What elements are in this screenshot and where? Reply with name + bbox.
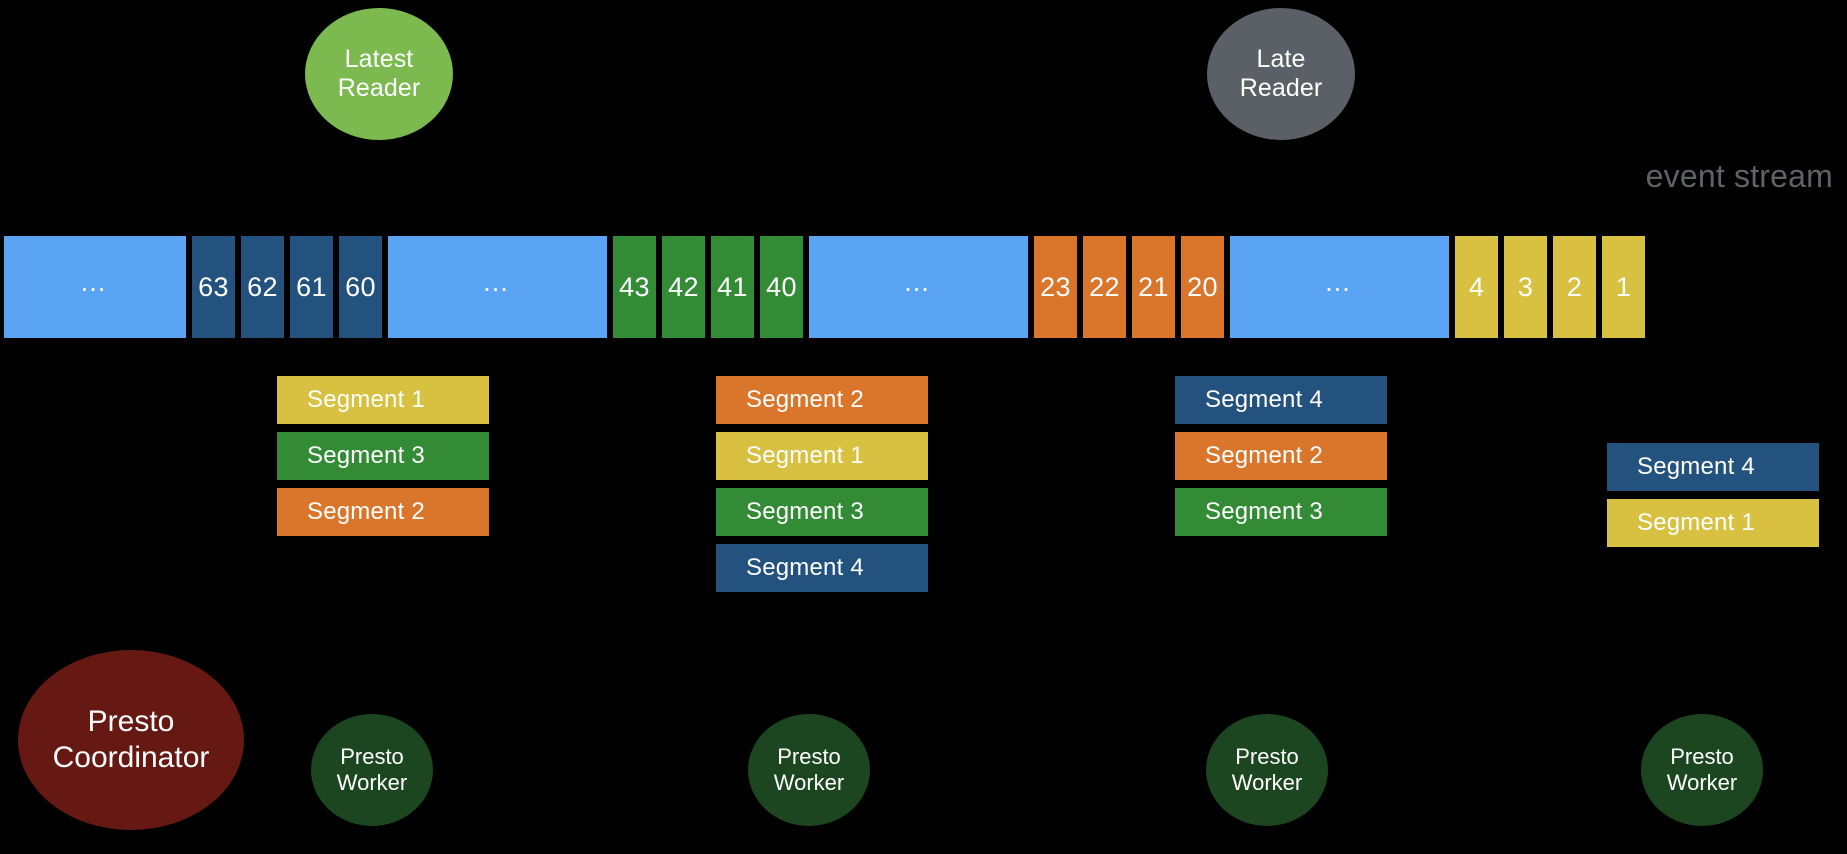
event-cell-label: … bbox=[903, 266, 934, 297]
event-cell-label: 43 bbox=[619, 271, 650, 302]
segment-box[interactable]: Segment 4 bbox=[716, 544, 928, 592]
worker-2-label-line1: Presto bbox=[777, 743, 841, 769]
worker-3-label-line2: Worker bbox=[1231, 770, 1303, 795]
presto-worker-node-3[interactable]: Presto Worker bbox=[1206, 714, 1328, 826]
segment-column-4: Segment 4 Segment 1 bbox=[1607, 443, 1819, 547]
event-stream-event-cell: 40 bbox=[760, 236, 803, 338]
event-cell-label: 4 bbox=[1468, 271, 1485, 302]
latest-reader-node[interactable]: Latest Reader bbox=[305, 8, 453, 140]
latest-reader-label-line1: Latest bbox=[344, 44, 414, 73]
event-stream-event-cell: 43 bbox=[613, 236, 656, 338]
segment-box[interactable]: Segment 1 bbox=[1607, 499, 1819, 547]
event-stream-gap-cell: … bbox=[1230, 236, 1449, 338]
event-stream-event-cell: 1 bbox=[1602, 236, 1645, 338]
event-cell-label: 40 bbox=[766, 271, 797, 302]
worker-1-label-line2: Worker bbox=[336, 770, 408, 795]
event-stream-event-cell: 21 bbox=[1132, 236, 1175, 338]
event-cell-label: … bbox=[79, 266, 111, 297]
event-stream-event-cell: 2 bbox=[1553, 236, 1596, 338]
event-cell-label: 20 bbox=[1187, 271, 1218, 302]
presto-worker-node-4[interactable]: Presto Worker bbox=[1641, 714, 1763, 826]
event-stream-event-cell: 62 bbox=[241, 236, 284, 338]
event-stream-gap-cell: … bbox=[809, 236, 1028, 338]
event-cell-label: … bbox=[1324, 266, 1355, 297]
segment-column-3: Segment 4 Segment 2 Segment 3 bbox=[1175, 376, 1387, 536]
presto-worker-node-2[interactable]: Presto Worker bbox=[748, 714, 870, 826]
worker-3-label-line1: Presto bbox=[1235, 743, 1299, 769]
presto-worker-node-1[interactable]: Presto Worker bbox=[311, 714, 433, 826]
segment-box[interactable]: Segment 3 bbox=[1175, 488, 1387, 536]
event-stream-event-cell: 22 bbox=[1083, 236, 1126, 338]
event-stream-event-cell: 63 bbox=[192, 236, 235, 338]
segment-box[interactable]: Segment 2 bbox=[1175, 432, 1387, 480]
presto-coordinator-node[interactable]: Presto Coordinator bbox=[18, 650, 244, 830]
segment-column-2: Segment 2 Segment 1 Segment 3 Segment 4 bbox=[716, 376, 928, 592]
event-cell-label: 41 bbox=[717, 271, 748, 302]
event-cell-label: 63 bbox=[198, 271, 229, 302]
event-cell-label: 21 bbox=[1138, 271, 1169, 302]
segment-box[interactable]: Segment 4 bbox=[1175, 376, 1387, 424]
event-stream-event-cell: 42 bbox=[662, 236, 705, 338]
event-stream-event-cell: 60 bbox=[339, 236, 382, 338]
worker-2-label-line2: Worker bbox=[773, 770, 845, 795]
event-stream-event-cell: 61 bbox=[290, 236, 333, 338]
event-cell-label: 62 bbox=[247, 271, 278, 302]
late-reader-node[interactable]: Late Reader bbox=[1207, 8, 1355, 140]
latest-reader-label-line2: Reader bbox=[337, 74, 421, 102]
event-stream-gap-cell: … bbox=[4, 236, 186, 338]
event-cell-label: 42 bbox=[668, 271, 699, 302]
event-cell-label: 23 bbox=[1040, 271, 1071, 302]
worker-4-label-line2: Worker bbox=[1666, 770, 1738, 795]
worker-1-label-line1: Presto bbox=[340, 743, 404, 769]
late-reader-label-line1: Late bbox=[1256, 44, 1306, 73]
event-cell-label: 3 bbox=[1517, 271, 1534, 302]
event-stream-event-cell: 23 bbox=[1034, 236, 1077, 338]
event-stream-event-cell: 41 bbox=[711, 236, 754, 338]
late-reader-label-line2: Reader bbox=[1239, 74, 1323, 102]
event-cell-label: … bbox=[482, 266, 513, 297]
diagram-canvas: Latest Reader Late Reader event stream …… bbox=[0, 0, 1847, 854]
segment-box[interactable]: Segment 2 bbox=[716, 376, 928, 424]
coordinator-label-line1: Presto bbox=[87, 705, 175, 738]
event-stream-event-cell: 4 bbox=[1455, 236, 1498, 338]
worker-4-label-line1: Presto bbox=[1670, 743, 1734, 769]
segment-box[interactable]: Segment 3 bbox=[277, 432, 489, 480]
event-stream-bar: … 63 62 61 60… 43 42 41 40… 23 22 21 20… 4 3 2 1 bbox=[4, 236, 1842, 338]
event-stream-label: event stream bbox=[1645, 158, 1833, 194]
segment-box[interactable]: Segment 4 bbox=[1607, 443, 1819, 491]
event-stream-gap-cell: … bbox=[388, 236, 607, 338]
segment-box[interactable]: Segment 1 bbox=[716, 432, 928, 480]
event-stream-event-cell: 3 bbox=[1504, 236, 1547, 338]
segment-box[interactable]: Segment 2 bbox=[277, 488, 489, 536]
event-cell-label: 1 bbox=[1615, 271, 1632, 302]
event-cell-label: 61 bbox=[296, 271, 327, 302]
event-cell-label: 60 bbox=[345, 271, 376, 302]
segment-box[interactable]: Segment 3 bbox=[716, 488, 928, 536]
coordinator-label-line2: Coordinator bbox=[52, 741, 210, 774]
event-stream-event-cell: 20 bbox=[1181, 236, 1224, 338]
segment-column-1: Segment 1 Segment 3 Segment 2 bbox=[277, 376, 489, 536]
event-cell-label: 22 bbox=[1089, 271, 1120, 302]
segment-box[interactable]: Segment 1 bbox=[277, 376, 489, 424]
event-cell-label: 2 bbox=[1566, 271, 1583, 302]
